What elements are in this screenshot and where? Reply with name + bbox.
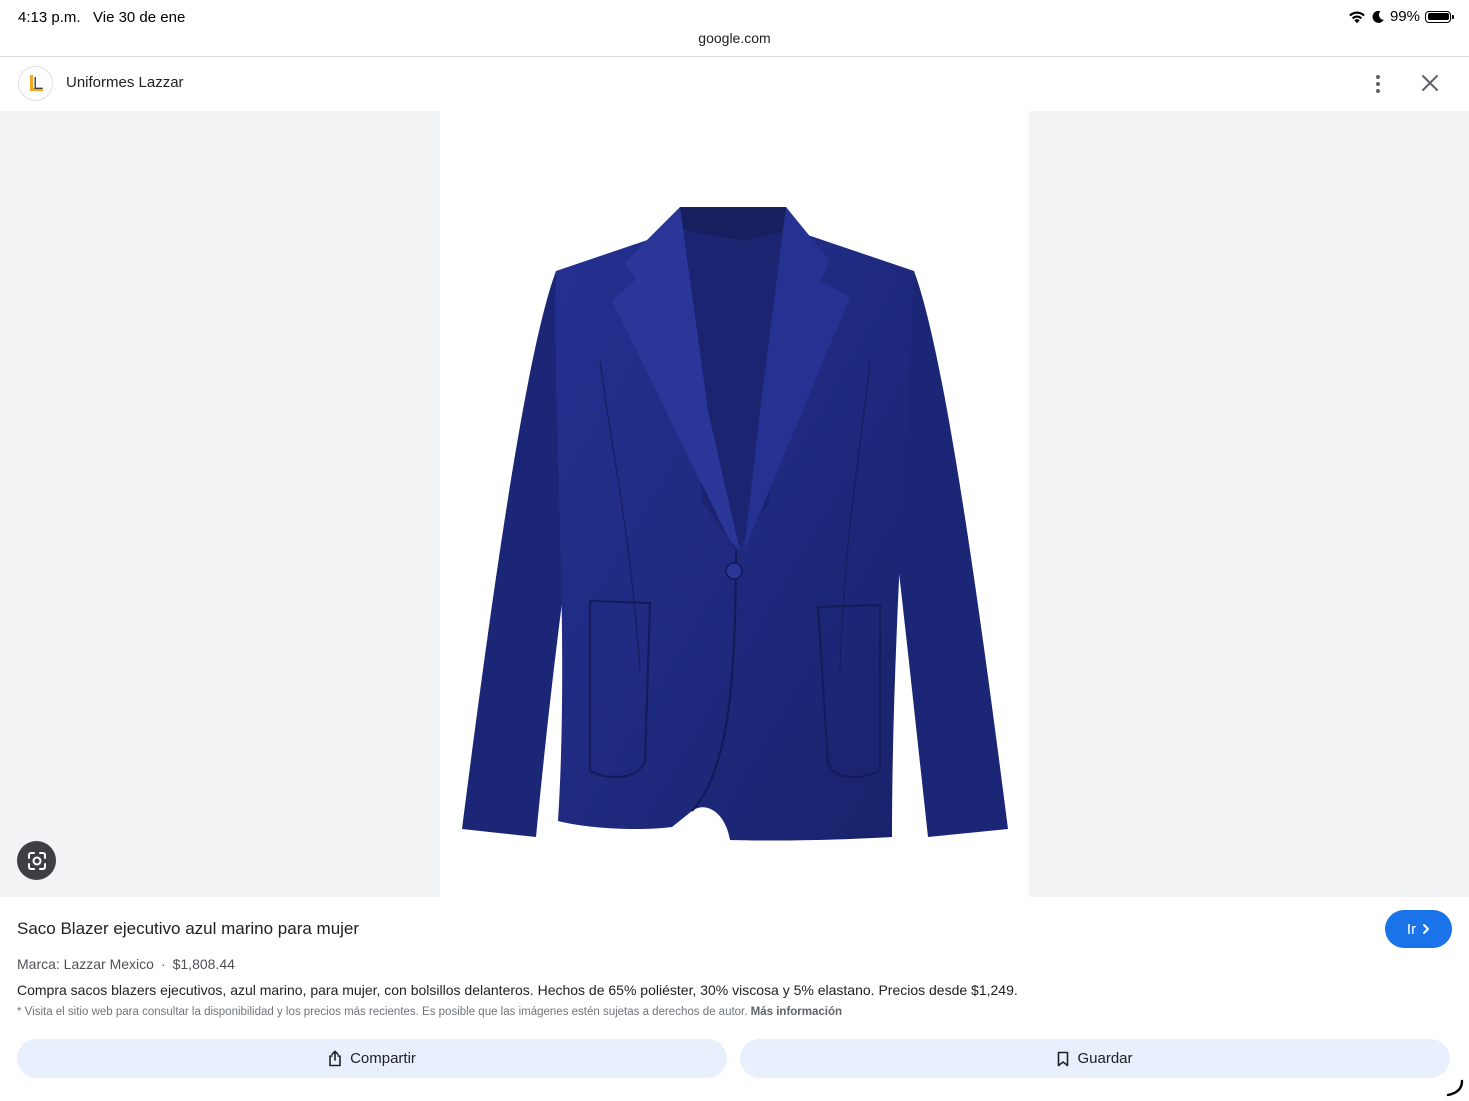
blazer-image	[462, 207, 1008, 841]
meta-separator: ·	[160, 956, 166, 972]
go-button[interactable]: Ir	[1385, 910, 1452, 948]
status-time: 4:13 p.m.	[18, 9, 81, 26]
chevron-right-icon	[1423, 924, 1430, 934]
more-info-link[interactable]: Más información	[751, 1006, 842, 1018]
price-text: $1,808.44	[172, 956, 235, 972]
status-date: Vie 30 de ene	[93, 9, 186, 26]
url-bar[interactable]: google.com	[0, 30, 1469, 46]
close-icon[interactable]	[1418, 71, 1442, 95]
status-indicators: 99%	[1348, 8, 1454, 25]
go-button-label: Ir	[1406, 920, 1417, 938]
product-meta: Marca: Lazzar Mexico · $1,808.44	[17, 956, 235, 972]
wifi-icon	[1349, 11, 1365, 23]
product-title[interactable]: Saco Blazer ejecutivo azul marino para m…	[17, 919, 359, 939]
site-logo[interactable]	[18, 66, 53, 101]
save-button-label: Guardar	[1077, 1050, 1133, 1067]
status-bar: 4:13 p.m. Vie 30 de ene 99%	[0, 0, 1469, 34]
share-button[interactable]: Compartir	[17, 1039, 727, 1078]
image-viewer[interactable]	[0, 111, 1469, 897]
site-name[interactable]: Uniformes Lazzar	[66, 74, 184, 91]
url-text: google.com	[698, 30, 771, 46]
share-icon	[329, 1050, 341, 1067]
bookmark-icon	[1058, 1051, 1069, 1066]
lazzar-logo-icon	[29, 74, 43, 91]
google-lens-icon	[27, 851, 46, 870]
more-options-button[interactable]	[1366, 69, 1390, 99]
share-button-label: Compartir	[350, 1050, 416, 1067]
more-vert-icon	[1376, 75, 1380, 79]
result-header: Uniformes Lazzar	[0, 57, 1469, 111]
battery-percent: 99%	[1389, 8, 1420, 25]
loading-spinner-icon	[1446, 1079, 1464, 1097]
google-lens-button[interactable]	[17, 841, 56, 880]
battery-icon	[1425, 10, 1454, 23]
moon-icon	[1372, 10, 1384, 23]
disclaimer: * Visita el sitio web para consultar la …	[17, 1006, 842, 1018]
product-description: Compra sacos blazers ejecutivos, azul ma…	[17, 982, 1018, 998]
brand-text: Marca: Lazzar Mexico	[17, 956, 154, 972]
disclaimer-text: * Visita el sitio web para consultar la …	[17, 1006, 748, 1018]
save-button[interactable]: Guardar	[740, 1039, 1450, 1078]
product-image[interactable]	[440, 111, 1029, 897]
